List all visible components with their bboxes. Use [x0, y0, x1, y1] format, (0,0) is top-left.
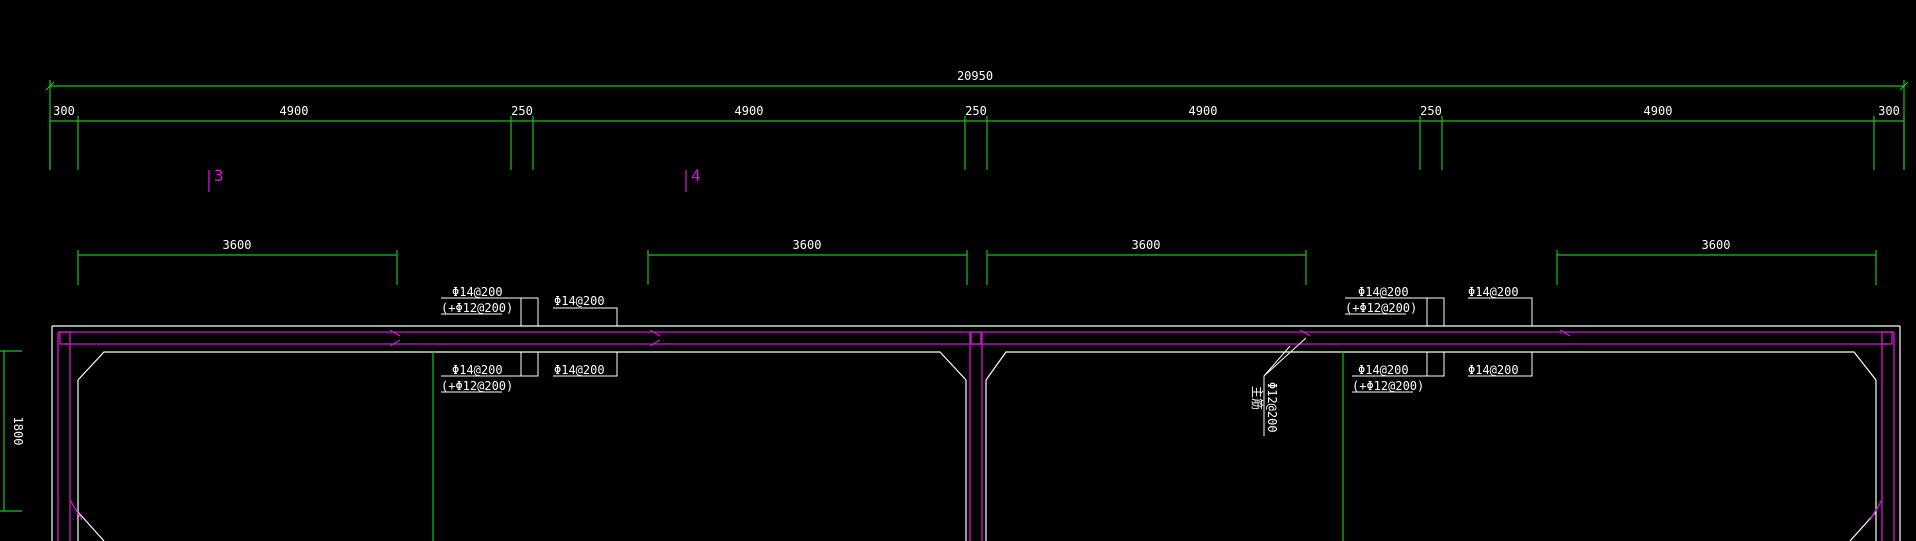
span-dimensions: 3600 3600 3600 3600 [77, 238, 1877, 285]
height-dim-text: 1800 [11, 417, 25, 446]
segment-dim-6: 4900 [1189, 104, 1218, 118]
top-add-label-left: (+Φ12@200) [441, 301, 513, 315]
segment-dim-8: 4900 [1644, 104, 1673, 118]
rebar-annotations-left: Φ14@200 (+Φ12@200) Φ14@200 Φ14@200 (+Φ12… [441, 285, 618, 393]
culvert-outline [51, 325, 1901, 541]
rebar-annotations-right: Φ14@200 (+Φ12@200) Φ14@200 Φ14@200 (+Φ12… [1345, 285, 1533, 393]
span-dim-3: 3600 [1132, 238, 1161, 252]
top-add-label-right: (+Φ12@200) [1345, 301, 1417, 315]
top-dist-label-left: Φ14@200 [554, 294, 605, 308]
segment-dim-2: 4900 [280, 104, 309, 118]
segment-dim-4: 4900 [735, 104, 764, 118]
section-marks: 3 4 [208, 166, 701, 192]
top-dist-label-right: Φ14@200 [1468, 285, 1519, 299]
top-main-label-right: Φ14@200 [1358, 285, 1409, 299]
bot-main-label-right: Φ14@200 [1358, 363, 1409, 377]
bot-dist-label-left: Φ14@200 [554, 363, 605, 377]
segment-dimension-chain: 300 4900 250 4900 250 4900 250 4900 300 [49, 104, 1905, 170]
cell-centerlines [432, 351, 1344, 541]
haunch-rebar-label: Φ12@200 [1265, 382, 1279, 433]
bot-add-label-right: (+Φ12@200) [1352, 379, 1424, 393]
haunch-rebar-note: 主筋 [1250, 386, 1265, 410]
span-dim-2: 3600 [793, 238, 822, 252]
bot-add-label-left: (+Φ12@200) [441, 379, 513, 393]
segment-dim-1: 300 [53, 104, 75, 118]
cad-drawing: 20950 300 4900 250 4900 250 4900 250 490… [0, 69, 1909, 541]
bot-main-label-left: Φ14@200 [452, 363, 503, 377]
span-dim-4: 3600 [1702, 238, 1731, 252]
rebar-lines [57, 329, 1895, 541]
segment-dim-5: 250 [965, 104, 987, 118]
segment-dim-9: 300 [1878, 104, 1900, 118]
haunch-annotation: Φ12@200 主筋 [1250, 337, 1307, 436]
segment-dim-7: 250 [1420, 104, 1442, 118]
bot-dist-label-right: Φ14@200 [1468, 363, 1519, 377]
overall-dimension: 20950 [45, 69, 1909, 170]
section-mark-4: 4 [691, 166, 701, 185]
segment-dim-3: 250 [511, 104, 533, 118]
overall-dimension-text: 20950 [957, 69, 993, 83]
height-dimension: 1800 [0, 350, 25, 512]
span-dim-1: 3600 [223, 238, 252, 252]
top-main-label-left: Φ14@200 [452, 285, 503, 299]
section-mark-3: 3 [214, 166, 224, 185]
